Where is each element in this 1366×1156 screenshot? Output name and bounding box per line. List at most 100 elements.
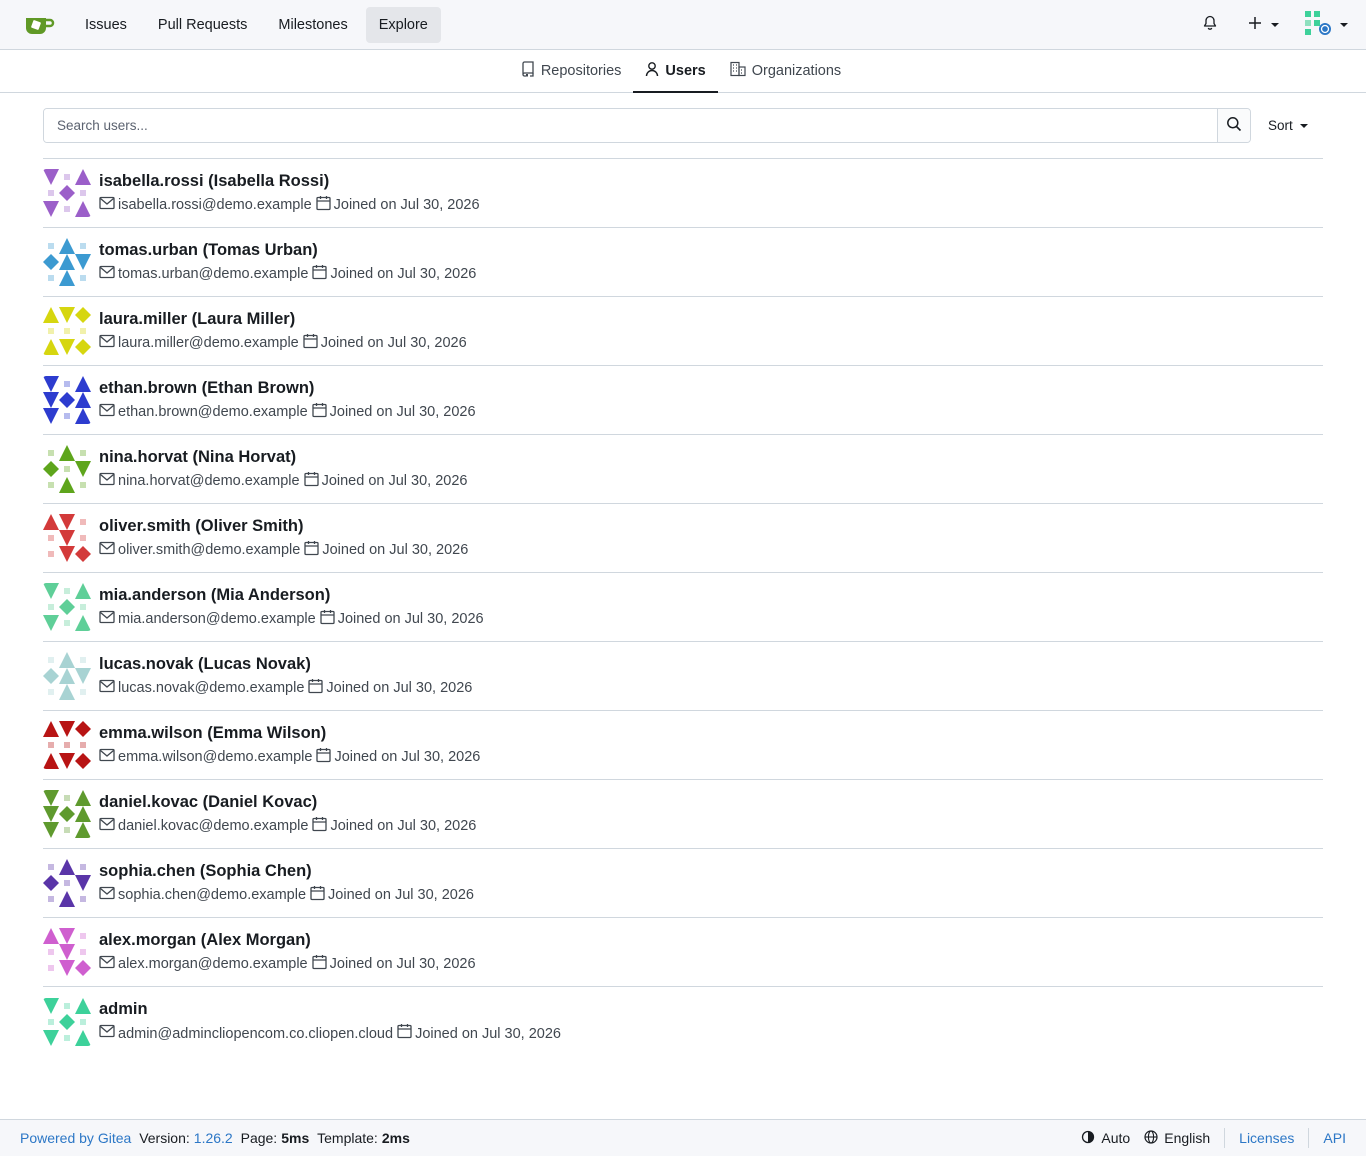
tab-repositories[interactable]: Repositories [509, 50, 634, 93]
gitea-logo-icon[interactable] [20, 10, 60, 40]
user-email-link[interactable]: laura.miller@demo.example [118, 334, 299, 352]
language-selector[interactable]: English [1144, 1129, 1211, 1147]
api-link[interactable]: API [1323, 1130, 1346, 1146]
tab-repositories-label: Repositories [540, 62, 622, 79]
user-email-link[interactable]: isabella.rossi@demo.example [118, 196, 312, 214]
mail-icon [99, 955, 118, 974]
user-info: nina.horvat (Nina Horvat) nina.horvat@dem… [99, 447, 468, 492]
create-new-menu[interactable] [1248, 7, 1279, 43]
user-name-link[interactable]: laura.miller (Laura Miller) [99, 309, 467, 329]
user-avatar[interactable] [43, 928, 91, 976]
user-meta: lucas.novak@demo.example Joined on Jul 30… [99, 678, 472, 699]
user-info: daniel.kovac (Daniel Kovac) daniel.kovac@… [99, 792, 476, 837]
user-menu[interactable] [1303, 7, 1348, 43]
user-row: sophia.chen (Sophia Chen) sophia.chen@dem… [43, 849, 1323, 918]
language-label: English [1164, 1130, 1211, 1146]
user-row: emma.wilson (Emma Wilson) emma.wilson@dem… [43, 711, 1323, 780]
user-meta: mia.anderson@demo.example Joined on Jul 3… [99, 609, 484, 630]
user-avatar[interactable] [43, 376, 91, 424]
nav-issues[interactable]: Issues [72, 7, 140, 43]
user-avatar[interactable] [43, 307, 91, 355]
user-row: oliver.smith (Oliver Smith) oliver.smith@… [43, 504, 1323, 573]
user-info: isabella.rossi (Isabella Rossi) isabella.… [99, 171, 480, 216]
user-name-link[interactable]: sophia.chen (Sophia Chen) [99, 861, 474, 881]
nav-pull-requests[interactable]: Pull Requests [145, 7, 260, 43]
user-avatar[interactable] [43, 445, 91, 493]
calendar-icon [304, 540, 322, 561]
calendar-icon [320, 609, 338, 630]
calendar-icon [311, 402, 330, 423]
user-joined-date: Joined on Jul 30, 2026 [320, 335, 467, 351]
search-input[interactable] [44, 109, 1217, 142]
user-name-link[interactable]: daniel.kovac (Daniel Kovac) [99, 792, 476, 812]
user-meta: alex.morgan@demo.example Joined on Jul 30… [99, 954, 476, 975]
calendar-icon [312, 264, 330, 285]
user-email-link[interactable]: daniel.kovac@demo.example [118, 817, 308, 835]
user-name-link[interactable]: mia.anderson (Mia Anderson) [99, 585, 484, 605]
user-email-link[interactable]: admin@admincliopencom.co.cliopen.cloud [118, 1025, 393, 1043]
user-joined-date: Joined on Jul 30, 2026 [326, 680, 473, 696]
user-name-link[interactable]: ethan.brown (Ethan Brown) [99, 378, 476, 398]
nav-milestones[interactable]: Milestones [265, 7, 360, 43]
user-meta: oliver.smith@demo.example Joined on Jul 3… [99, 540, 468, 561]
user-name-link[interactable]: nina.horvat (Nina Horvat) [99, 447, 468, 467]
user-meta: nina.horvat@demo.example Joined on Jul 30… [99, 471, 468, 492]
sort-dropdown[interactable]: Sort [1268, 118, 1308, 133]
tab-users[interactable]: Users [633, 50, 718, 93]
repo-icon [521, 60, 541, 81]
notifications-button[interactable] [1202, 7, 1218, 43]
user-list: isabella.rossi (Isabella Rossi) isabella.… [43, 158, 1323, 1056]
user-avatar[interactable] [43, 238, 91, 286]
user-name-link[interactable]: oliver.smith (Oliver Smith) [99, 516, 468, 536]
chevron-down-icon [1340, 22, 1348, 27]
user-name-link[interactable]: admin [99, 999, 561, 1019]
user-row: isabella.rossi (Isabella Rossi) isabella.… [43, 159, 1323, 228]
calendar-icon [303, 471, 322, 492]
user-name-link[interactable]: emma.wilson (Emma Wilson) [99, 723, 480, 743]
version-link[interactable]: 1.26.2 [194, 1130, 233, 1146]
user-name-link[interactable]: isabella.rossi (Isabella Rossi) [99, 171, 480, 191]
licenses-link[interactable]: Licenses [1239, 1130, 1294, 1146]
calendar-icon [397, 1023, 415, 1044]
calendar-icon [312, 816, 330, 837]
user-info: lucas.novak (Lucas Novak) lucas.novak@dem… [99, 654, 472, 699]
user-joined-date: Joined on Jul 30, 2026 [337, 611, 484, 627]
user-email-link[interactable]: ethan.brown@demo.example [118, 403, 308, 421]
user-email-link[interactable]: tomas.urban@demo.example [118, 265, 308, 283]
footer-divider [1224, 1128, 1226, 1148]
user-info: tomas.urban (Tomas Urban) tomas.urban@dem… [99, 240, 476, 285]
chevron-down-icon [1299, 123, 1308, 128]
user-info: ethan.brown (Ethan Brown) ethan.brown@dem… [99, 378, 476, 423]
user-joined-date: Joined on Jul 30, 2026 [334, 749, 481, 765]
user-email-link[interactable]: oliver.smith@demo.example [118, 541, 300, 559]
user-avatar[interactable] [43, 790, 91, 838]
theme-selector[interactable]: Auto [1081, 1130, 1130, 1147]
user-name-link[interactable]: alex.morgan (Alex Morgan) [99, 930, 476, 950]
mail-icon [99, 265, 118, 284]
calendar-icon [316, 747, 334, 768]
user-avatar[interactable] [43, 859, 91, 907]
user-info: emma.wilson (Emma Wilson) emma.wilson@dem… [99, 723, 480, 768]
user-email-link[interactable]: alex.morgan@demo.example [118, 955, 308, 973]
user-name-link[interactable]: lucas.novak (Lucas Novak) [99, 654, 472, 674]
footer-info: Powered by Gitea Version: 1.26.2 Page: 5ms… [20, 1130, 410, 1146]
user-email-link[interactable]: nina.horvat@demo.example [118, 472, 300, 490]
user-avatar[interactable] [43, 169, 91, 217]
search-icon [1226, 116, 1242, 135]
user-email-link[interactable]: lucas.novak@demo.example [118, 679, 304, 697]
powered-by-link[interactable]: Powered by Gitea [20, 1130, 131, 1146]
user-row: daniel.kovac (Daniel Kovac) daniel.kovac@… [43, 780, 1323, 849]
user-avatar[interactable] [43, 997, 91, 1046]
search-button[interactable] [1217, 109, 1250, 142]
user-avatar[interactable] [43, 721, 91, 769]
nav-explore[interactable]: Explore [365, 6, 441, 43]
user-name-link[interactable]: tomas.urban (Tomas Urban) [99, 240, 476, 260]
user-email-link[interactable]: sophia.chen@demo.example [118, 886, 306, 904]
tab-organizations[interactable]: Organizations [718, 50, 853, 93]
user-avatar[interactable] [43, 514, 91, 562]
user-email-link[interactable]: mia.anderson@demo.example [118, 610, 316, 628]
user-avatar[interactable] [43, 583, 91, 631]
user-joined-date: Joined on Jul 30, 2026 [329, 956, 476, 972]
user-avatar[interactable] [43, 652, 91, 700]
user-email-link[interactable]: emma.wilson@demo.example [118, 748, 312, 766]
